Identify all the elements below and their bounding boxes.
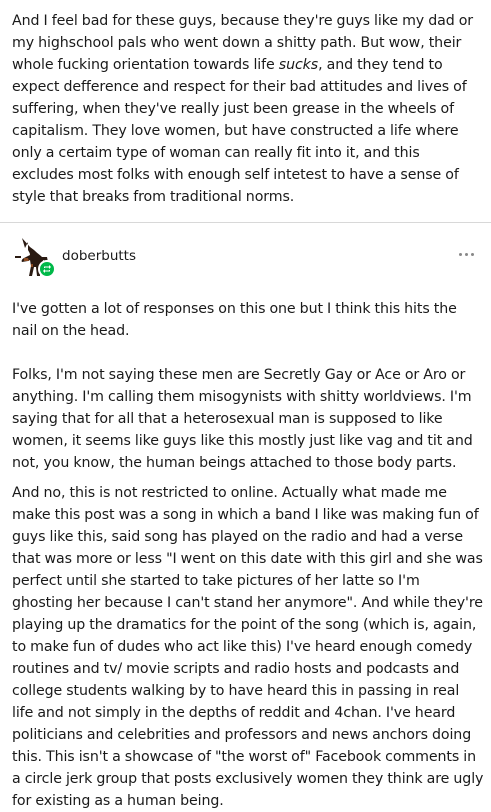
- emphasized-word: sucks: [278, 57, 319, 73]
- reblog-paragraph-2: Folks, I'm not saying these men are Secr…: [12, 367, 473, 471]
- reblog-paragraph-3: And no, this is not restricted to online…: [12, 485, 484, 809]
- reblog-divider: [0, 222, 491, 223]
- original-post-text: And I feel bad for these guys, because t…: [12, 10, 484, 208]
- avatar[interactable]: [12, 236, 56, 280]
- reblog-header: doberbutts: [12, 236, 480, 280]
- tumblr-post: And I feel bad for these guys, because t…: [0, 0, 491, 809]
- reblog-icon: [43, 265, 51, 273]
- reblog-paragraph-1: I've gotten a lot of responses on this o…: [12, 301, 457, 339]
- reblog-badge: [38, 260, 56, 278]
- original-post-text-after: , and they tend to expect defference and…: [12, 57, 467, 205]
- reblog-username[interactable]: doberbutts: [62, 248, 136, 264]
- more-options-icon[interactable]: [454, 246, 478, 262]
